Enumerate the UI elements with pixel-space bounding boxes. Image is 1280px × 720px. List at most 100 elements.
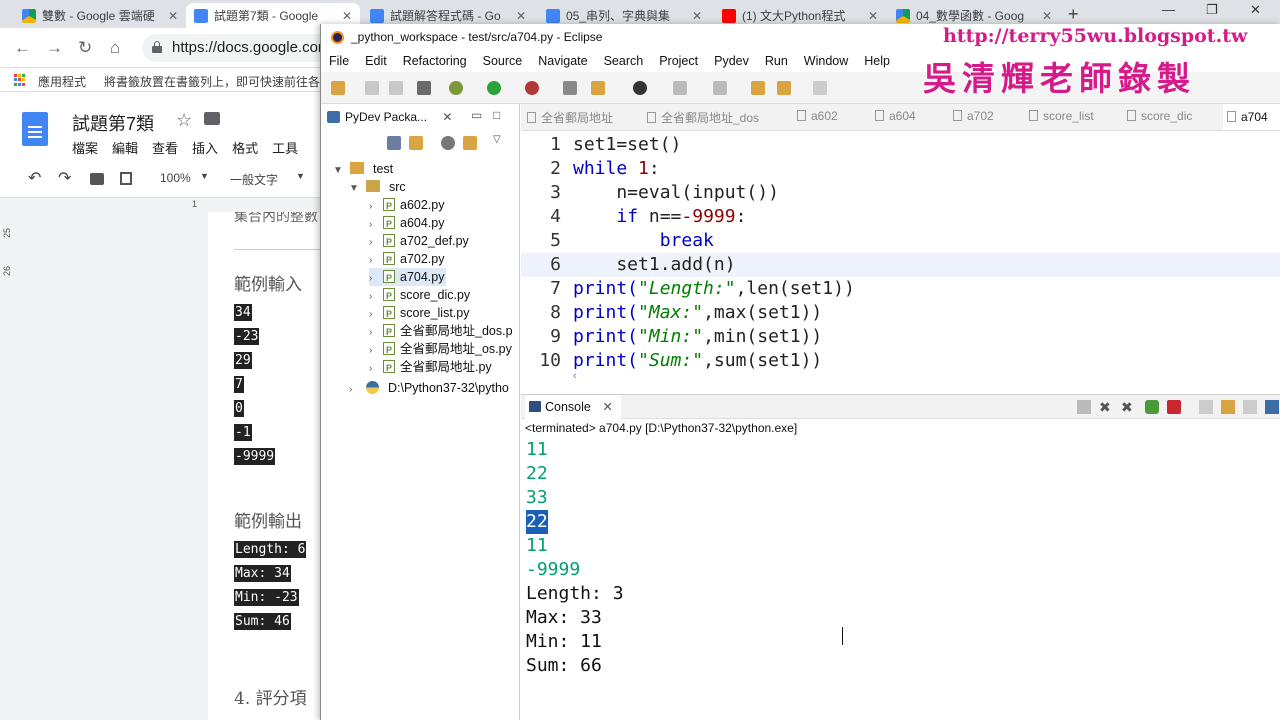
forward-icon[interactable]	[813, 81, 827, 95]
editor-tab[interactable]: a702	[953, 109, 994, 123]
document-page[interactable]: 集合內的整數 範例輸入 34 -23 29 7 0 -1 -9999 範例輸出 …	[208, 212, 320, 720]
tree-file[interactable]: › 全省郵局地址.py	[369, 358, 492, 378]
open-type-icon[interactable]	[591, 81, 605, 95]
close-icon[interactable]: ✕	[868, 9, 878, 23]
menu-edit[interactable]: 編輯	[112, 138, 138, 157]
remove-launch-icon[interactable]: ✖	[1099, 400, 1113, 414]
console-input-line[interactable]: 22	[526, 462, 548, 486]
apps-grid-icon[interactable]	[14, 74, 26, 86]
menu-search[interactable]: Search	[596, 50, 652, 72]
console-output-line[interactable]: Length: 3	[526, 582, 624, 606]
console-input-line-selected[interactable]: 22	[526, 510, 548, 534]
chevron-right-icon[interactable]: ›	[349, 381, 363, 399]
tree-interpreter[interactable]: › D:\Python37-32\pytho	[349, 379, 509, 397]
minimize-icon[interactable]: ▭	[471, 108, 482, 122]
tree-file[interactable]: ›全省郵局地址_os.py	[369, 340, 512, 359]
zoom-select[interactable]: 100%	[160, 171, 191, 185]
document-title[interactable]: 試題第7類	[72, 110, 154, 136]
menu-help[interactable]: Help	[856, 50, 898, 72]
maximize-icon[interactable]: □	[493, 108, 500, 122]
clear-console-icon[interactable]	[1199, 400, 1213, 414]
menu-edit[interactable]: Edit	[357, 50, 395, 72]
menu-navigate[interactable]: Navigate	[530, 50, 595, 72]
tree-file[interactable]: ›score_dic.py	[369, 286, 470, 305]
menu-refactoring[interactable]: Refactoring	[395, 50, 475, 72]
search-icon[interactable]	[633, 81, 647, 95]
save-all-icon[interactable]	[389, 81, 403, 95]
sync-icon[interactable]	[463, 136, 477, 150]
link-with-editor-icon[interactable]	[409, 136, 423, 150]
reload-icon[interactable]: ↻	[78, 38, 92, 58]
editor-tab[interactable]: score_dic	[1127, 109, 1192, 123]
tree-project[interactable]: ▼ test	[333, 160, 393, 178]
print-icon[interactable]	[417, 81, 431, 95]
menu-insert[interactable]: 插入	[192, 138, 218, 157]
editor-tab[interactable]: 全省郵局地址_dos	[647, 109, 759, 126]
tree-file[interactable]: ›a602.py	[369, 196, 444, 215]
tree-file[interactable]: ›a604.py	[369, 214, 444, 233]
chevron-down-icon[interactable]: ▼	[333, 162, 347, 180]
console-input-line[interactable]: 11	[526, 438, 548, 462]
apps-shortcut-label[interactable]: 應用程式	[38, 73, 86, 90]
console-output-line[interactable]: Max: 33	[526, 606, 602, 630]
google-docs-logo-icon[interactable]	[22, 112, 48, 146]
menu-source[interactable]: Source	[475, 50, 531, 72]
new-icon[interactable]	[331, 81, 345, 95]
scroll-lock-icon[interactable]	[1221, 400, 1235, 414]
restore-icon[interactable]: ❐	[1206, 2, 1218, 18]
console-output-line[interactable]: Sum: 66	[526, 654, 602, 678]
minimize-icon[interactable]: ―	[1162, 2, 1175, 17]
editor-tab-active[interactable]: a704	[1223, 104, 1280, 130]
new-tab-button[interactable]: +	[1068, 4, 1079, 25]
chevron-down-icon[interactable]: ▼	[296, 171, 305, 181]
menu-view[interactable]: 查看	[152, 138, 178, 157]
paint-format-icon[interactable]	[120, 172, 132, 185]
menu-tools[interactable]: 工具	[272, 138, 298, 157]
tree-src-folder[interactable]: ▼ src	[349, 178, 406, 196]
close-icon[interactable]: ✕	[692, 9, 702, 23]
tree-file[interactable]: ›a702_def.py	[369, 232, 469, 251]
console-input-line[interactable]: 11	[526, 534, 548, 558]
browser-tab[interactable]: 雙數 - Google 雲端硬 ✕	[14, 3, 186, 28]
scroll-left-icon[interactable]: ‹	[573, 370, 577, 382]
style-select[interactable]: 一般文字	[230, 171, 278, 188]
external-tools-icon[interactable]	[563, 81, 577, 95]
chevron-down-icon[interactable]: ▼	[349, 180, 363, 198]
back-icon[interactable]	[777, 81, 791, 95]
editor-tab[interactable]: score_list	[1029, 109, 1094, 123]
console-output-line[interactable]: Min: 11	[526, 630, 602, 654]
stop-icon[interactable]	[1167, 400, 1181, 414]
print-icon[interactable]	[90, 173, 104, 185]
editor-tab[interactable]: 全省郵局地址	[527, 109, 613, 126]
display-console-icon[interactable]	[1265, 400, 1279, 414]
redo-icon[interactable]: ↷	[58, 168, 71, 188]
menu-file[interactable]: File	[321, 50, 357, 72]
home-icon[interactable]: ⌂	[110, 38, 120, 58]
tree-file[interactable]: ›a702.py	[369, 250, 444, 269]
chevron-down-icon[interactable]: ▼	[200, 171, 209, 181]
undo-icon[interactable]: ↶	[28, 168, 41, 188]
console-input-line[interactable]: -9999	[526, 558, 580, 582]
forward-icon[interactable]: →	[46, 38, 63, 58]
view-menu-icon[interactable]: ▽	[493, 134, 501, 145]
debug-icon[interactable]	[449, 81, 463, 95]
collapse-all-icon[interactable]	[387, 136, 401, 150]
menu-pydev[interactable]: Pydev	[706, 50, 757, 72]
tree-file[interactable]: ›score_list.py	[369, 304, 469, 323]
window-close-icon[interactable]: ✕	[1250, 2, 1261, 18]
star-icon[interactable]: ☆	[176, 110, 192, 131]
menu-run[interactable]: Run	[757, 50, 796, 72]
menu-project[interactable]: Project	[651, 50, 706, 72]
pin-console-icon[interactable]	[1145, 400, 1159, 414]
menu-window[interactable]: Window	[796, 50, 856, 72]
save-icon[interactable]	[365, 81, 379, 95]
menu-file[interactable]: 檔案	[72, 138, 98, 157]
address-bar[interactable]: https://docs.google.com	[142, 34, 332, 62]
chevron-right-icon[interactable]: ›	[369, 360, 383, 378]
tree-file[interactable]: ›全省郵局地址_dos.p	[369, 322, 513, 341]
remove-all-icon[interactable]: ✖	[1121, 400, 1135, 414]
menu-format[interactable]: 格式	[232, 138, 258, 157]
back-icon[interactable]: ←	[14, 38, 31, 58]
folder-icon[interactable]	[204, 112, 220, 125]
tree-file-selected[interactable]: ›a704.py	[369, 268, 447, 287]
